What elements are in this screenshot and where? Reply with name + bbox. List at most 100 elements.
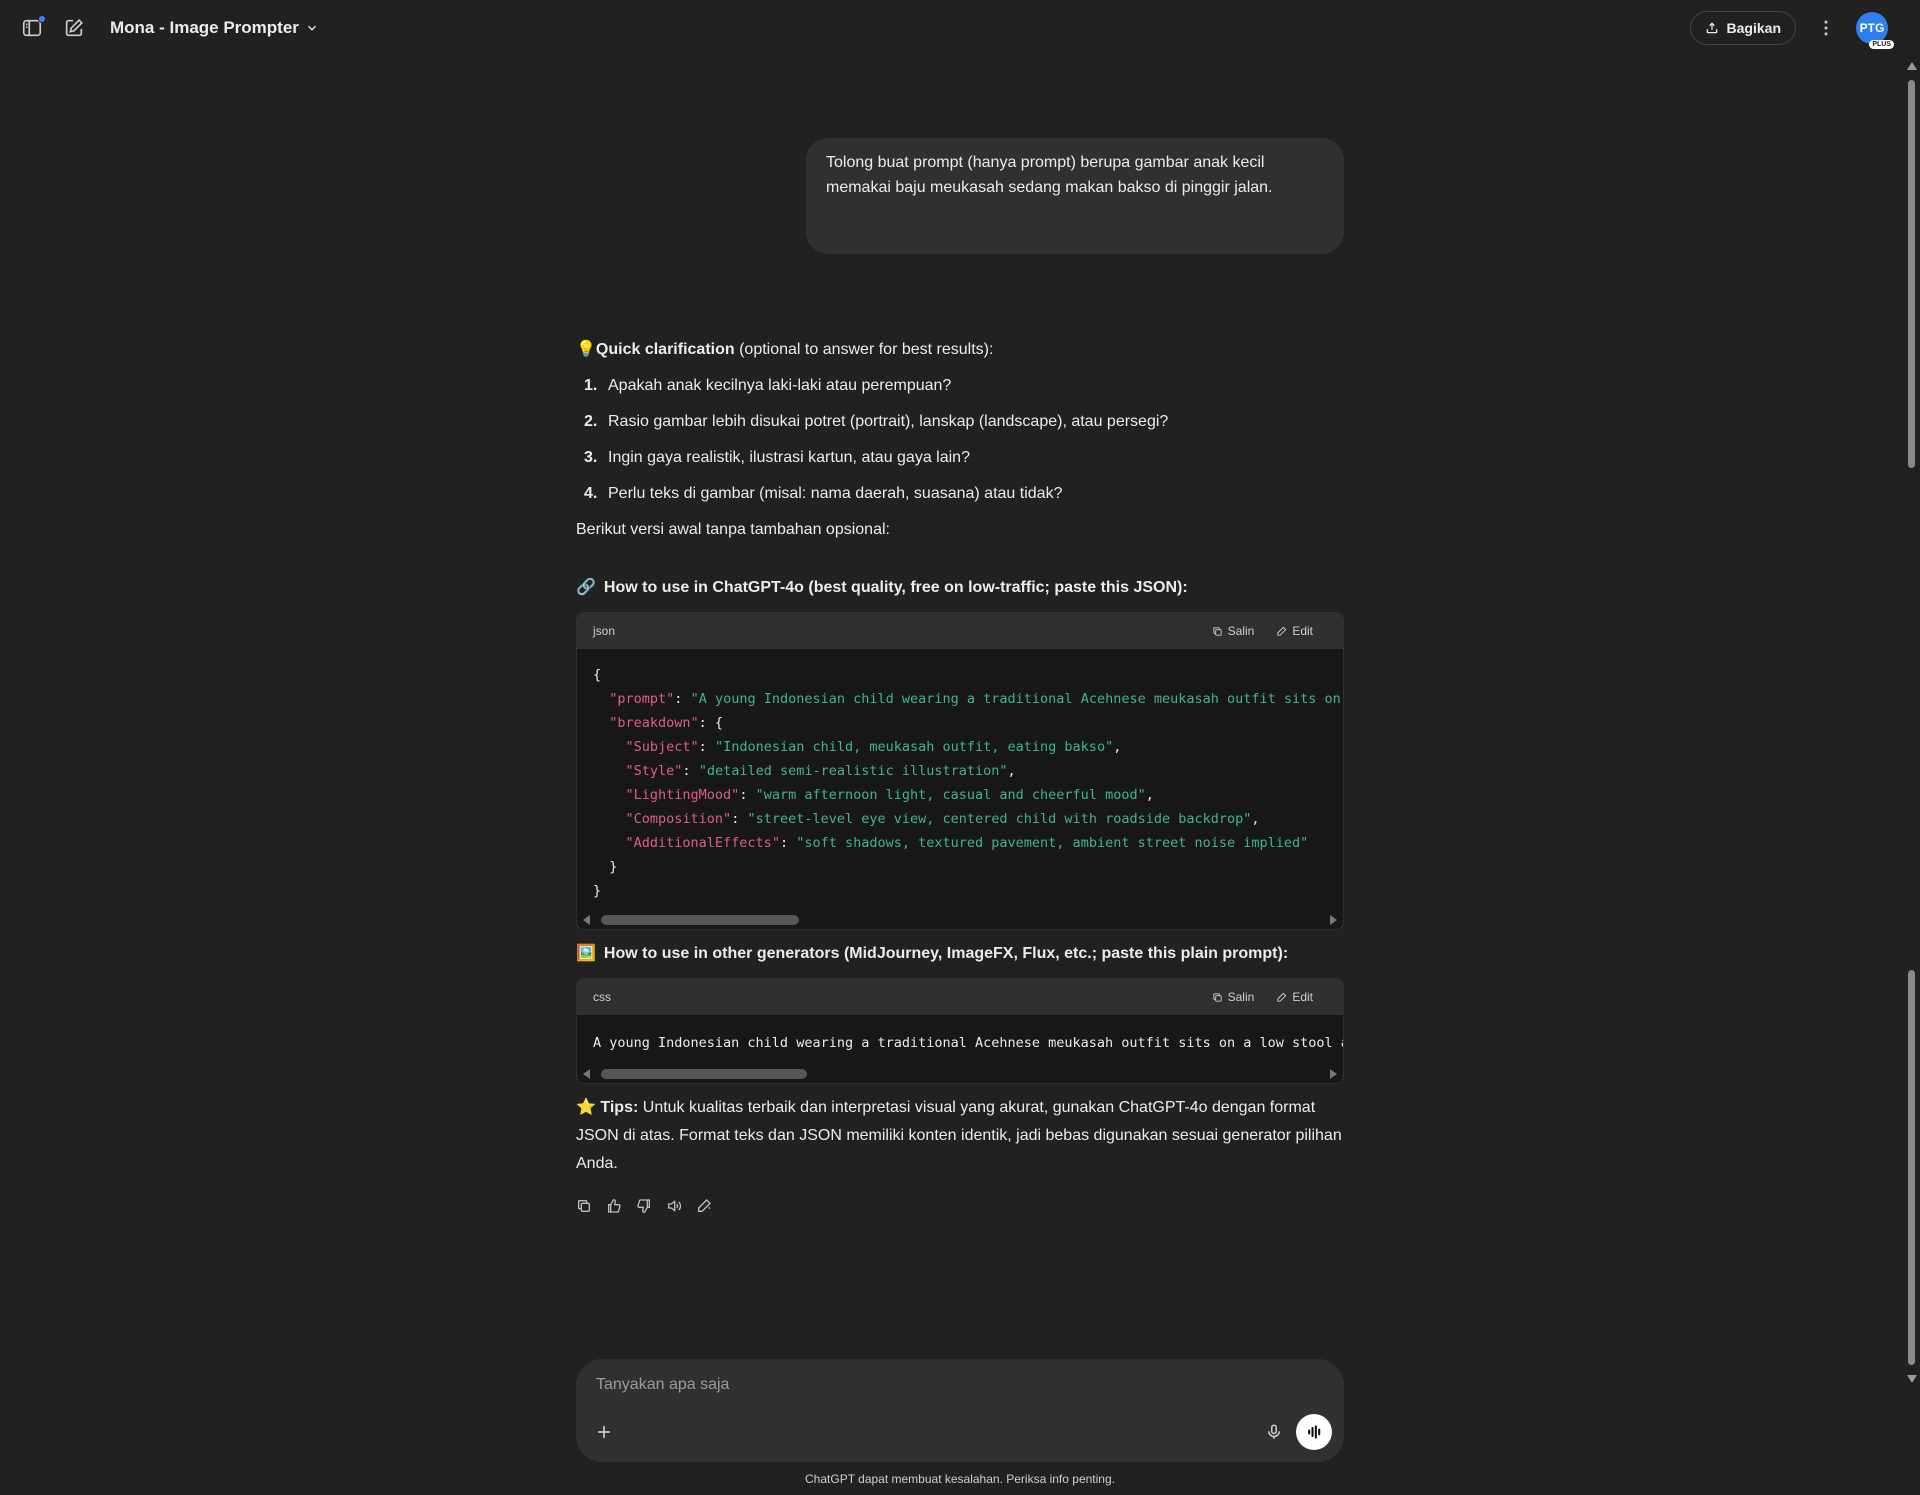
intro-text: Berikut versi awal tanpa tambahan opsion… [576, 521, 890, 538]
thumbs-up-icon[interactable] [606, 1198, 622, 1214]
list-item: 4. Perlu teks di gambar (misal: nama daer… [584, 480, 1344, 508]
disclaimer-note: ChatGPT dapat membuat kesalahan. Periksa… [805, 1472, 1115, 1486]
link-icon: 🔗 [576, 579, 596, 596]
json-value: "Indonesian child, meukasah outfit, eati… [714, 739, 1114, 755]
list-number: 4. [584, 485, 598, 502]
list-item: 2. Rasio gambar lebih disukai potret (por… [584, 408, 1344, 436]
json-comma: , [1113, 739, 1122, 755]
code-language: json [593, 624, 616, 638]
json-comma: , [1251, 811, 1260, 827]
edit-icon [1277, 626, 1287, 636]
model-selector[interactable]: Mona - Image Prompter [110, 18, 319, 38]
chevron-down-icon [307, 25, 316, 31]
scroll-thumb[interactable] [1908, 970, 1915, 1365]
notification-dot [38, 15, 46, 23]
plus-icon[interactable] [594, 1422, 614, 1442]
json-code-block: json Salin Edit { "prompt": "A young Ind… [576, 612, 1344, 930]
chat-input[interactable] [596, 1371, 1296, 1399]
copy-icon [1213, 992, 1222, 1002]
json-code[interactable]: { "prompt": "A young Indonesian child we… [577, 649, 1343, 911]
section2-text: How to use in other generators (MidJourn… [603, 945, 1289, 962]
json-key: "Subject" [625, 739, 699, 755]
json-key: "Style" [625, 763, 683, 779]
star-icon: ⭐ [576, 1099, 596, 1116]
json-value: "soft shadows, textured pavement, ambien… [796, 835, 1309, 851]
share-icon [1706, 22, 1717, 34]
scroll-left-arrow[interactable] [583, 915, 590, 925]
json-value: "street-level eye view, centered child w… [747, 811, 1252, 827]
scroll-right-arrow[interactable] [1330, 1069, 1337, 1079]
list-item: 1. Apakah anak kecilnya laki-laki atau pe… [584, 372, 1344, 400]
list-number: 1. [584, 377, 598, 394]
user-message-bubble: Tolong buat prompt (hanya prompt) berupa… [806, 138, 1344, 254]
section-heading-json: 🔗 How to use in ChatGPT-4o (best quality… [576, 574, 1344, 602]
share-button[interactable]: Bagikan [1689, 11, 1796, 45]
plain-prompt-code[interactable]: A young Indonesian child wearing a tradi… [577, 1015, 1343, 1065]
code-header: json Salin Edit [577, 613, 1343, 649]
thumbs-down-icon[interactable] [636, 1198, 652, 1214]
edit-code-button[interactable]: Edit [1276, 624, 1313, 638]
json-key: "AdditionalEffects" [625, 835, 780, 851]
json-value: "detailed semi-realistic illustration" [698, 763, 1008, 779]
mic-icon[interactable] [1264, 1422, 1284, 1442]
code-language: css [593, 990, 611, 1004]
json-prompt-value: "A young Indonesian child wearing a trad… [690, 691, 1343, 707]
edit-icon [1277, 992, 1287, 1002]
more-vertical-icon[interactable] [1814, 16, 1838, 40]
list-text: Rasio gambar lebih disukai potret (portr… [608, 413, 1169, 430]
lightbulb-icon: 💡 [576, 341, 596, 358]
section-heading-plain: 🖼️ How to use in other generators (MidJo… [576, 940, 1344, 968]
composer [576, 1359, 1344, 1462]
clarify-rest: (optional to answer for best results): [734, 341, 994, 358]
copy-icon[interactable] [576, 1198, 592, 1214]
tips-rest: Untuk kualitas terbaik dan interpretasi … [576, 1099, 1342, 1172]
edit-label: Edit [1292, 624, 1313, 638]
section1-text: How to use in ChatGPT-4o (best quality, … [603, 579, 1188, 596]
scroll-thumb-top[interactable] [1908, 80, 1915, 468]
edit-pen-icon[interactable] [696, 1198, 712, 1214]
css-code-block: css Salin Edit A young Indonesian child … [576, 978, 1344, 1084]
json-key: "Composition" [625, 811, 732, 827]
json-key: "LightingMood" [625, 787, 740, 803]
h-scroll-thumb[interactable] [601, 915, 799, 925]
list-item: 3. Ingin gaya realistik, ilustrasi kartun… [584, 444, 1344, 472]
list-number: 2. [584, 413, 598, 430]
avatar[interactable]: PTG PLUS [1856, 12, 1894, 49]
message-actions [576, 1198, 1344, 1214]
scroll-right-arrow[interactable] [1330, 915, 1337, 925]
copy-code-button[interactable]: Salin [1212, 624, 1255, 638]
code-horizontal-scrollbar[interactable] [577, 1065, 1343, 1083]
top-header: Mona - Image Prompter Bagikan PTG PLUS [0, 0, 1920, 56]
copy-code-button[interactable]: Salin [1212, 990, 1255, 1004]
sidebar-toggle-icon[interactable] [20, 15, 46, 40]
picture-icon: 🖼️ [576, 945, 596, 962]
code-horizontal-scrollbar[interactable] [577, 911, 1343, 929]
clarify-bold: Quick clarification [595, 341, 735, 358]
h-scroll-thumb[interactable] [601, 1069, 807, 1079]
assistant-message: 💡Quick clarification (optional to answer… [576, 336, 1344, 1214]
scroll-down-arrow[interactable] [1907, 1375, 1917, 1383]
question-list: 1. Apakah anak kecilnya laki-laki atau pe… [576, 372, 1344, 508]
tips-bold: Tips: [600, 1099, 639, 1116]
speaker-icon[interactable] [666, 1198, 682, 1214]
copy-label: Salin [1227, 990, 1255, 1004]
json-comma: , [1145, 787, 1154, 803]
list-text: Apakah anak kecilnya laki-laki atau pere… [608, 377, 952, 394]
new-chat-icon[interactable] [62, 16, 86, 40]
json-value: "warm afternoon light, casual and cheerf… [755, 787, 1146, 803]
list-text: Ingin gaya realistik, ilustrasi kartun, … [608, 449, 970, 466]
edit-code-button[interactable]: Edit [1276, 990, 1313, 1004]
user-message-text: Tolong buat prompt (hanya prompt) berupa… [826, 154, 1273, 196]
json-comma: , [1007, 763, 1016, 779]
scroll-left-arrow[interactable] [583, 1069, 590, 1079]
tips-paragraph: ⭐ Tips: Untuk kualitas terbaik dan inter… [576, 1094, 1344, 1178]
scroll-up-arrow[interactable] [1907, 62, 1917, 70]
list-number: 3. [584, 449, 598, 466]
page-scrollbar[interactable] [1904, 60, 1918, 1385]
code-header: css Salin Edit [577, 979, 1343, 1015]
copy-label: Salin [1227, 624, 1255, 638]
model-title-label: Mona - Image Prompter [110, 18, 299, 37]
voice-mode-icon[interactable] [1296, 1414, 1332, 1450]
share-label: Bagikan [1726, 20, 1781, 36]
edit-label: Edit [1292, 990, 1313, 1004]
